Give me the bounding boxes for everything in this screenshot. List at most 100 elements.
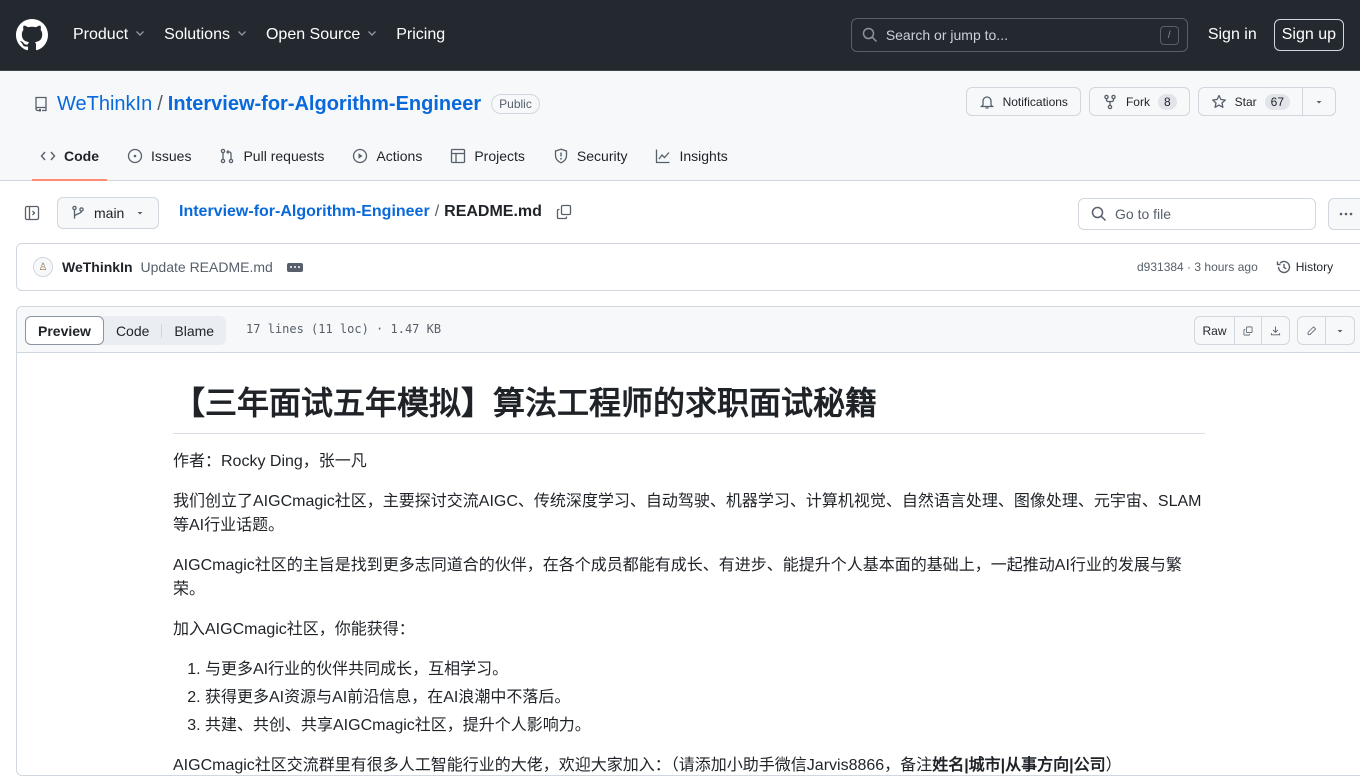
file-header: Preview Code Blame 17 lines (11 loc) · 1… (17, 307, 1360, 353)
top-nav: Product Solutions Open Source Pricing (73, 26, 463, 44)
edit-actions-group (1297, 316, 1355, 345)
code-icon (40, 151, 56, 161)
tab-label: Insights (679, 148, 728, 164)
blame-tab[interactable]: Blame (162, 316, 226, 345)
commit-sha-time[interactable]: d931384 · 3 hours ago (1137, 260, 1258, 274)
go-to-file-placeholder: Go to file (1115, 206, 1172, 222)
github-logo-icon[interactable] (16, 19, 48, 51)
list-item: 与更多AI行业的伙伴共同成长，互相学习。 (205, 658, 1205, 682)
tab-pull-requests[interactable]: Pull requests (211, 132, 332, 180)
tab-label: Issues (151, 148, 192, 164)
download-icon (1270, 326, 1281, 335)
fork-icon (1104, 94, 1116, 109)
file-viewer: Preview Code Blame 17 lines (11 loc) · 1… (16, 306, 1360, 776)
bell-icon (979, 95, 994, 109)
breadcrumb-file: README.md (444, 203, 542, 220)
search-placeholder: Search or jump to... (885, 27, 1008, 43)
tab-insights[interactable]: Insights (647, 132, 735, 180)
nav-label: Product (73, 26, 129, 43)
go-to-file-input[interactable]: Go to file (1078, 198, 1316, 230)
copy-path-icon[interactable] (556, 204, 572, 220)
breadcrumb: Interview-for-Algorithm-Engineer / READM… (179, 203, 572, 221)
tab-projects[interactable]: Projects (442, 132, 533, 180)
visibility-badge: Public (491, 94, 540, 114)
list-item: 共建、共创、共享AIGCmagic社区，提升个人影响力。 (205, 714, 1205, 738)
commit-message-link[interactable]: Update README.md (141, 259, 273, 275)
history-label: History (1295, 260, 1334, 274)
fork-button[interactable]: Fork 8 (1088, 87, 1190, 116)
search-icon (862, 27, 877, 43)
nav-open-source[interactable]: Open Source (266, 26, 378, 44)
triangle-down-icon (137, 212, 143, 215)
notifications-label: Notifications (1002, 94, 1068, 109)
history-icon (1276, 260, 1290, 274)
tab-code[interactable]: Code (32, 132, 107, 181)
star-dropdown-button[interactable] (1303, 87, 1336, 116)
triangle-down-icon (1316, 100, 1322, 103)
readme-paragraph: AIGCmagic社区的主旨是找到更多志同道合的伙伴，在各个成员都能有成长、有进… (173, 557, 1182, 598)
repo-icon (35, 96, 47, 112)
repo-name-link[interactable]: Interview-for-Algorithm-Engineer (168, 93, 481, 116)
tab-label: Actions (376, 148, 423, 164)
star-button-group: Star 67 (1197, 87, 1336, 116)
global-header: Product Solutions Open Source Pricing Se… (0, 0, 1360, 71)
nav-solutions[interactable]: Solutions (164, 26, 248, 44)
tab-label: Projects (474, 148, 525, 164)
history-button[interactable]: History (1276, 259, 1333, 275)
view-mode-toggle: Preview Code Blame (25, 316, 227, 345)
play-icon (353, 148, 368, 164)
notifications-button[interactable]: Notifications (965, 87, 1081, 116)
code-view-tab[interactable]: Code (104, 316, 161, 345)
star-count: 67 (1264, 93, 1290, 110)
sidebar-expand-icon[interactable] (24, 205, 40, 221)
text: AIGCmagic社区交流群里有很多人工智能行业的大佬，欢迎大家加入：（请添加小… (173, 757, 933, 774)
author-avatar[interactable]: ♙ (33, 257, 53, 277)
tab-issues[interactable]: Issues (119, 132, 199, 180)
pull-request-icon (221, 148, 234, 164)
branch-selector[interactable]: main (57, 197, 160, 229)
copy-raw-button[interactable] (1235, 317, 1262, 344)
download-button[interactable] (1262, 317, 1289, 344)
chevron-down-icon (134, 26, 146, 44)
star-button[interactable]: Star 67 (1197, 87, 1303, 116)
commit-author-link[interactable]: WeThinkIn (62, 259, 133, 275)
more-options-button[interactable] (1328, 198, 1360, 230)
table-icon (451, 148, 466, 164)
preview-tab[interactable]: Preview (25, 316, 104, 345)
commit-meta: d931384 · 3 hours ago History (1137, 259, 1333, 275)
expand-commit-icon[interactable] (286, 262, 303, 272)
star-label: Star (1234, 94, 1257, 109)
repo-owner-link[interactable]: WeThinkIn (57, 93, 152, 116)
latest-commit-bar: ♙ WeThinkIn Update README.md d931384 · 3… (16, 243, 1360, 291)
breadcrumb-repo-link[interactable]: Interview-for-Algorithm-Engineer (179, 203, 430, 221)
graph-icon (656, 149, 670, 164)
branch-name: main (94, 205, 125, 221)
repo-header: WeThinkIn / Interview-for-Algorithm-Engi… (0, 71, 1360, 181)
readme-paragraph: 我们创立了AIGCmagic社区，主要探讨交流AIGC、传统深度学习、自动驾驶、… (173, 493, 1202, 534)
edit-dropdown-button[interactable] (1326, 317, 1354, 344)
sign-up-button[interactable]: Sign up (1273, 19, 1344, 51)
repo-tabs: Code Issues Pull requests Actions Projec… (32, 132, 748, 181)
file-actions-group: Raw (1194, 316, 1290, 345)
triangle-down-icon (1337, 329, 1343, 332)
readme-paragraph: AIGCmagic社区交流群里有很多人工智能行业的大佬，欢迎大家加入：（请添加小… (173, 754, 1205, 778)
nav-product[interactable]: Product (73, 26, 146, 44)
breadcrumb-separator: / (434, 203, 440, 220)
raw-button[interactable]: Raw (1195, 317, 1235, 344)
global-search-input[interactable]: Search or jump to... / (850, 18, 1188, 52)
chevron-down-icon (366, 26, 378, 44)
shield-icon (554, 148, 568, 164)
file-info: 17 lines (11 loc) · 1.47 KB (246, 322, 442, 336)
tab-actions[interactable]: Actions (344, 132, 430, 180)
tab-label: Pull requests (243, 148, 325, 164)
nav-label: Solutions (164, 26, 230, 43)
edit-file-button[interactable] (1298, 317, 1326, 344)
readme-content: 【三年面试五年模拟】算法工程师的求职面试秘籍 作者：Rocky Ding，张一凡… (173, 353, 1205, 778)
tab-security[interactable]: Security (545, 132, 636, 180)
benefits-list: 与更多AI行业的伙伴共同成长，互相学习。 获得更多AI资源与AI前沿信息，在AI… (173, 658, 1205, 738)
tab-label: Security (576, 148, 628, 164)
readme-title: 【三年面试五年模拟】算法工程师的求职面试秘籍 (173, 383, 1205, 434)
sign-in-link[interactable]: Sign in (1208, 26, 1257, 44)
issue-icon (127, 148, 143, 164)
nav-pricing[interactable]: Pricing (396, 26, 445, 44)
